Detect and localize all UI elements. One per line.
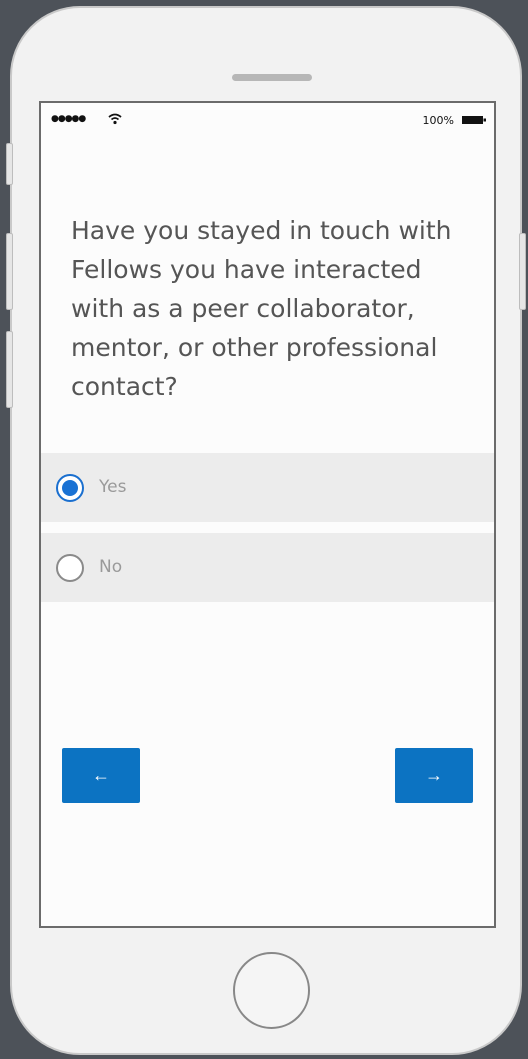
option-no-label: No bbox=[99, 557, 123, 577]
signal-icon: ●●●●● bbox=[51, 114, 86, 124]
back-button[interactable]: ← bbox=[62, 748, 140, 803]
option-yes[interactable]: Yes bbox=[41, 453, 494, 522]
power-button bbox=[519, 233, 526, 310]
home-button[interactable] bbox=[233, 952, 310, 1029]
volume-down-button bbox=[6, 331, 13, 408]
arrow-right-icon: → bbox=[425, 765, 443, 785]
phone-frame: ●●●●● 100% Have you stayed in touch with… bbox=[6, 6, 526, 1055]
wifi-icon bbox=[108, 113, 122, 125]
radio-yes[interactable] bbox=[56, 474, 84, 502]
next-button[interactable]: → bbox=[395, 748, 473, 803]
status-bar: ●●●●● 100% bbox=[41, 103, 494, 143]
battery-percent: 100% bbox=[422, 114, 454, 127]
radio-no[interactable] bbox=[56, 554, 84, 582]
arrow-left-icon: ← bbox=[92, 765, 110, 785]
survey-question: Have you stayed in touch with Fellows yo… bbox=[71, 216, 452, 401]
speaker-grille bbox=[232, 74, 312, 81]
option-no[interactable]: No bbox=[41, 533, 494, 602]
option-yes-label: Yes bbox=[99, 477, 127, 497]
phone-screen: ●●●●● 100% Have you stayed in touch with… bbox=[39, 101, 496, 928]
battery-icon bbox=[462, 116, 486, 124]
silent-switch bbox=[6, 143, 13, 185]
volume-up-button bbox=[6, 233, 13, 310]
